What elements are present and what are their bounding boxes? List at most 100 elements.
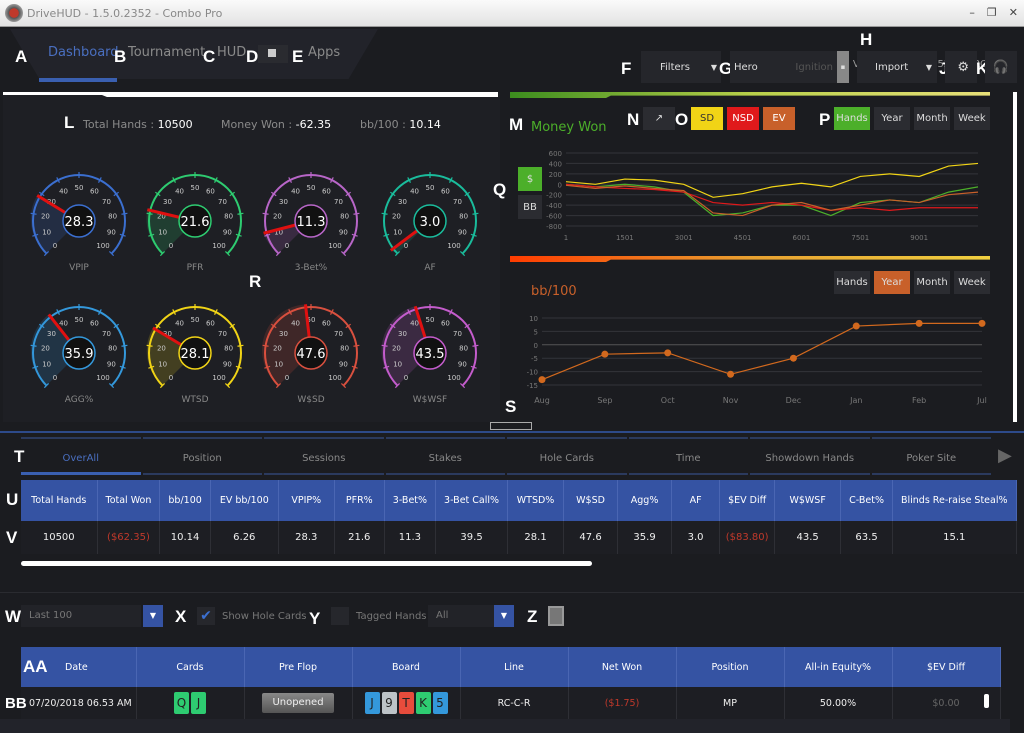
range-week-button[interactable]: Week [954,107,990,130]
stats-header[interactable]: bb/100 [159,480,211,521]
gauge-tick [472,344,479,347]
gauge-tick [381,212,388,215]
hands-header[interactable]: Pre Flop [244,647,353,687]
popout-button[interactable]: ↗ [643,107,675,130]
annotation-o: O [675,110,689,129]
tagged-select[interactable]: All [428,605,494,627]
hud-toggle[interactable] [258,45,288,63]
tab-hole-cards[interactable]: Hole Cards [507,437,627,475]
gauge-tick-label: 100 [447,374,460,382]
range-hands-button[interactable]: Hands [834,107,870,130]
y-tick-label: 0 [534,342,538,350]
gauge-tick-label: 20 [392,345,401,353]
app-logo-icon [5,4,23,22]
series-nsd-button[interactable]: NSD [727,107,759,130]
stats-header[interactable]: Total Hands [21,480,98,521]
bb100-point [852,322,860,330]
stats-header[interactable]: Blinds Re-raise Steal% [892,480,1017,521]
stats-header[interactable]: VPIP% [278,480,335,521]
unit-dollar-button[interactable]: $ [518,167,542,191]
summary-money-won: Money Won : -62.35 [221,118,332,131]
close-button[interactable]: ✕ [1009,6,1018,19]
hands-header[interactable]: Board [352,647,461,687]
gauge-tick-label: 50 [426,184,435,192]
hands-header[interactable]: Net Won [568,647,677,687]
annotation-h: H [860,30,873,49]
hand-range-select[interactable]: Last 100 [21,605,141,627]
card: J [364,692,380,714]
hand-row[interactable]: 07/20/2018 06.53 AM Q J Unopened J 9 T K 5 RC-C-R… [21,687,1001,719]
stats-header[interactable]: Total Won [97,480,161,521]
stats-horizontal-scrollbar[interactable] [21,561,592,566]
stats-header[interactable]: 3-Bet Call% [435,480,509,521]
stats-header[interactable]: EV bb/100 [210,480,279,521]
show-hole-cards-checkbox[interactable]: ✔ [197,607,215,625]
range-week-button[interactable]: Week [954,271,990,294]
calculator-icon[interactable] [548,606,564,626]
hero-selector[interactable]: Hero Ignition [730,51,837,83]
tab-stakes[interactable]: Stakes [385,437,505,475]
gauge-tick-label: 100 [328,374,341,382]
filters-dropdown[interactable]: Filters ▼ [641,51,721,83]
range-month-button[interactable]: Month [914,271,950,294]
hands-scrollbar[interactable] [984,694,989,708]
stats-header[interactable]: $EV Diff [719,480,776,521]
stats-header[interactable]: Agg% [617,480,673,521]
tagged-hands-checkbox[interactable] [331,607,349,625]
hands-header[interactable]: Line [460,647,569,687]
range-year-button[interactable]: Year [874,271,910,294]
stats-header[interactable]: W$WSF [774,480,842,521]
hands-header[interactable]: Cards [136,647,245,687]
hands-header[interactable]: All-in Equity% [784,647,893,687]
nav-dashboard[interactable]: Dashboard [48,45,119,60]
minimize-button[interactable]: – [969,6,975,19]
tabs-next-arrow-icon[interactable]: ▶ [998,445,1012,466]
stats-header[interactable]: WTSD% [507,480,565,521]
series-ev-button[interactable]: EV [763,107,795,130]
stats-header[interactable]: PFR% [334,480,385,521]
stats-cell: 3.0 [671,521,721,554]
hero-dropdown-button[interactable]: ▪ [837,51,849,83]
settings-button[interactable]: ⚙ [945,51,977,83]
tab-overall[interactable]: OverAll [21,437,141,475]
panel-resize-handle[interactable] [490,422,532,430]
nav-apps[interactable]: Apps [308,45,340,60]
stats-header[interactable]: 3-Bet% [384,480,437,521]
nav-tournament[interactable]: Tournament [128,45,205,60]
restore-button[interactable]: ❐ [987,6,997,19]
gauge-label: AF [424,263,436,273]
tab-showdown-hands[interactable]: Showdown Hands [750,437,870,475]
nav-hud[interactable]: HUD [217,45,246,60]
gauge-tick [262,212,269,215]
show-hole-cards-label: Show Hole Cards [222,611,307,622]
support-button[interactable]: 🎧 [985,51,1017,83]
gauge-tick-label: 30 [47,330,56,338]
card: 9 [381,692,397,714]
hands-header[interactable]: $EV Diff [892,647,1001,687]
range-year-button[interactable]: Year [874,107,910,130]
stats-header[interactable]: C-Bet% [840,480,893,521]
range-month-button[interactable]: Month [914,107,950,130]
unit-bb-button[interactable]: BB [518,195,542,219]
gauge-value: 21.6 [181,215,210,230]
hands-header[interactable]: Position [676,647,785,687]
series-line-nsd [565,183,978,211]
stats-header[interactable]: AF [671,480,721,521]
series-sd-button[interactable]: SD [691,107,723,130]
gauge-label: VPIP [69,263,89,273]
dropdown-dot-icon: ▪ [840,63,846,71]
stats-cell: 10500 [21,521,98,554]
tab-position[interactable]: Position [142,437,262,475]
import-dropdown[interactable]: Import ▼ [857,51,937,83]
tab-poker-site[interactable]: Poker Site [871,437,991,475]
dashboard-scrollbar[interactable] [1013,92,1017,422]
stats-header[interactable]: W$SD [563,480,619,521]
gauge-tick [237,344,244,347]
tab-sessions[interactable]: Sessions [264,437,384,475]
range-hands-button[interactable]: Hands [834,271,870,294]
tab-time[interactable]: Time [628,437,748,475]
tagged-dropdown-button[interactable]: ▼ [494,605,514,627]
hand-range-dropdown-button[interactable]: ▼ [143,605,163,627]
bb100-chart: 10 5 0 -5 -10 -15 Aug Sep Oct Nov Dec Jan Feb Jul [527,315,987,405]
gauge-tick-label: 100 [96,242,109,250]
